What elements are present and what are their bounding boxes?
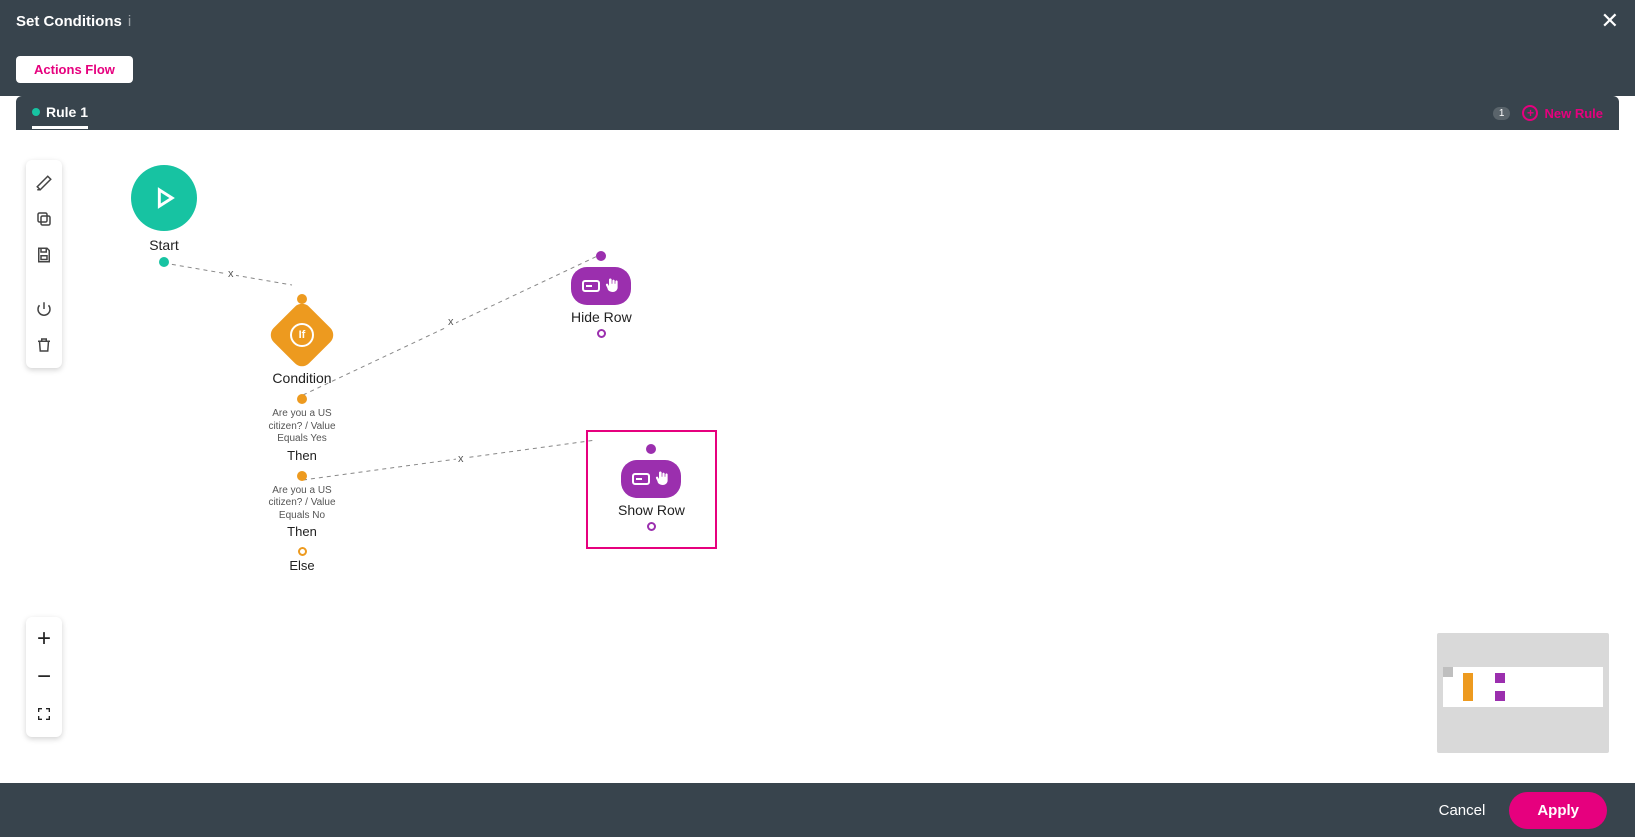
save-button[interactable] [35, 246, 53, 264]
if-badge: If [290, 323, 314, 347]
set-conditions-modal: Set Conditions i ✕ Actions Flow Rule 1 1… [0, 0, 1635, 837]
action-icon [571, 267, 631, 305]
fullscreen-button[interactable] [36, 703, 52, 727]
branch2-then: Then [287, 524, 317, 539]
branch2-port[interactable] [297, 471, 307, 481]
rules-tab-bar: Rule 1 1 + New Rule [16, 96, 1619, 130]
minimap-node-icon [1495, 673, 1505, 683]
zoom-toolbar: + − [26, 617, 62, 737]
branch2-desc: Are you a US citizen? / Value Equals No [261, 485, 343, 523]
tab-rule-1[interactable]: Rule 1 [32, 98, 88, 129]
title-hint-icon[interactable]: i [128, 13, 131, 30]
canvas-toolbar [26, 160, 62, 368]
input-port[interactable] [646, 444, 656, 454]
modal-footer: Cancel Apply [0, 783, 1635, 837]
rule-canvas[interactable]: x x x Start If Condition Are you a US ci… [16, 130, 1619, 767]
minimap[interactable] [1437, 633, 1609, 753]
rule-count-badge: 1 [1493, 107, 1511, 120]
plus-circle-icon: + [1522, 105, 1538, 121]
delete-button[interactable] [35, 336, 53, 354]
minimap-node-icon [1495, 691, 1505, 701]
minimap-condition-icon [1463, 673, 1473, 701]
hide-row-label: Hide Row [571, 309, 632, 325]
power-button[interactable] [35, 300, 53, 318]
else-label: Else [289, 558, 314, 573]
form-icon [582, 280, 600, 292]
modal-header: Set Conditions i ✕ [0, 0, 1635, 42]
action-icon [621, 460, 681, 498]
output-port[interactable] [159, 257, 169, 267]
new-rule-button[interactable]: + New Rule [1522, 105, 1603, 121]
start-label: Start [149, 237, 179, 253]
condition-label: Condition [272, 370, 331, 386]
edges-layer [16, 130, 1619, 767]
branch1-desc: Are you a US citizen? / Value Equals Yes [261, 408, 343, 446]
branch1-then: Then [287, 448, 317, 463]
hide-row-node[interactable]: Hide Row [571, 247, 632, 338]
close-icon[interactable]: ✕ [1601, 10, 1619, 32]
start-node[interactable]: Start [131, 165, 197, 267]
output-port[interactable] [647, 522, 656, 531]
input-port[interactable] [596, 251, 606, 261]
new-rule-label: New Rule [1544, 106, 1603, 121]
branch1-port[interactable] [297, 394, 307, 404]
minimap-viewport [1443, 667, 1603, 707]
edit-button[interactable] [35, 174, 53, 192]
tab-label: Rule 1 [46, 104, 88, 120]
edge-delete[interactable]: x [226, 268, 236, 280]
cancel-button[interactable]: Cancel [1439, 802, 1486, 819]
copy-button[interactable] [35, 210, 53, 228]
actions-flow-chip[interactable]: Actions Flow [16, 56, 133, 83]
title-text: Set Conditions [16, 13, 122, 30]
hand-icon [603, 277, 621, 295]
modal-title: Set Conditions i [16, 13, 131, 30]
hand-icon [653, 470, 671, 488]
zoom-out-button[interactable]: − [37, 665, 51, 689]
output-port[interactable] [597, 329, 606, 338]
actions-flow-bar: Actions Flow [0, 42, 1635, 96]
rule-active-dot-icon [32, 108, 40, 116]
show-row-node[interactable]: Show Row [586, 430, 717, 549]
else-port[interactable] [298, 547, 307, 556]
edge-delete[interactable]: x [456, 453, 466, 465]
zoom-in-button[interactable]: + [37, 627, 51, 651]
edge-delete[interactable]: x [446, 316, 456, 328]
play-icon [131, 165, 197, 231]
minimap-view-rect [1443, 667, 1453, 677]
apply-button[interactable]: Apply [1509, 792, 1607, 829]
condition-node[interactable]: If Condition Are you a US citizen? / Val… [261, 290, 343, 573]
show-row-label: Show Row [618, 502, 685, 518]
if-diamond-icon: If [267, 300, 338, 371]
form-icon [632, 473, 650, 485]
